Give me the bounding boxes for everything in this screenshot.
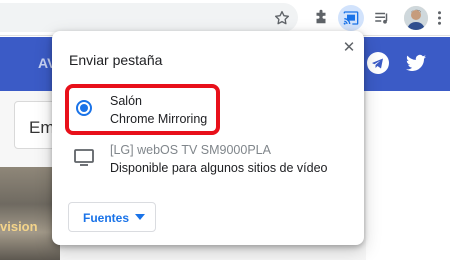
dialog-title: Enviar pestaña xyxy=(69,52,163,68)
sink-item-lg-tv[interactable]: [LG] webOS TV SM9000PLA Disponible para … xyxy=(52,137,364,181)
avatar[interactable] xyxy=(404,6,428,30)
tv-icon xyxy=(74,149,94,166)
cast-dialog: Enviar pestaña ✕ Salón Chrome Mirroring … xyxy=(52,31,364,245)
sink-status: Disponible para algunos sitios de vídeo xyxy=(110,161,328,175)
puzzle-icon[interactable] xyxy=(309,6,333,30)
twitter-icon[interactable] xyxy=(402,49,430,77)
side-card xyxy=(366,91,450,260)
sink-name: [LG] webOS TV SM9000PLA xyxy=(110,143,271,157)
chevron-down-icon xyxy=(135,214,145,220)
media-queue-icon[interactable] xyxy=(370,6,394,30)
sources-label: Fuentes xyxy=(83,211,130,225)
telegram-icon[interactable] xyxy=(364,49,392,77)
highlight-annotation xyxy=(65,84,220,135)
thumbnail-text: vision xyxy=(0,219,38,234)
sources-button[interactable]: Fuentes xyxy=(68,202,156,232)
cast-icon[interactable] xyxy=(338,5,364,31)
address-bar[interactable] xyxy=(0,3,298,32)
kebab-menu-icon[interactable] xyxy=(432,6,446,30)
article-thumbnail[interactable]: vision xyxy=(0,167,60,260)
search-text: Em xyxy=(29,118,55,137)
star-icon[interactable] xyxy=(270,6,294,30)
close-icon[interactable]: ✕ xyxy=(340,38,358,56)
